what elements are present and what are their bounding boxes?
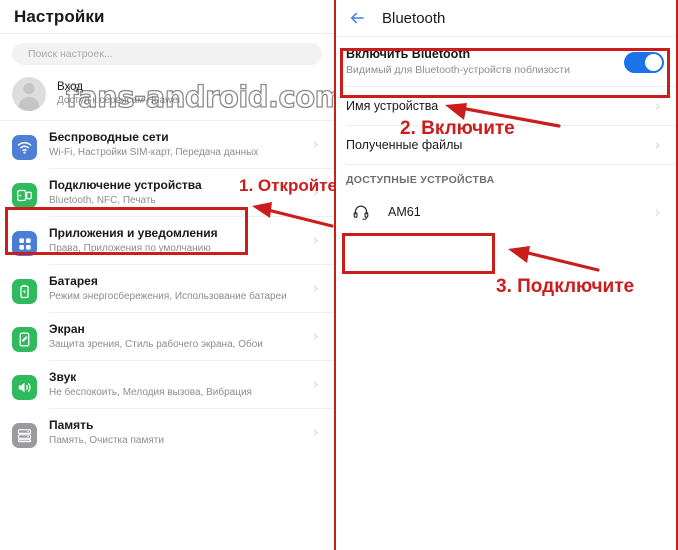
account-title: Вход [57, 81, 84, 93]
back-arrow-icon[interactable] [346, 7, 368, 29]
chevron-right-icon: › [655, 96, 661, 115]
setting-subtitle: Защита зрения, Стиль рабочего экрана, Об… [49, 339, 263, 350]
setting-title: Беспроводные сети [49, 130, 169, 144]
chevron-right-icon: › [313, 375, 319, 393]
setting-subtitle: Не беспокоить, Мелодия вызова, Вибрация [49, 387, 252, 398]
setting-subtitle: Права, Приложения по умолчанию [49, 243, 211, 254]
chevron-right-icon: › [313, 279, 319, 297]
annotation-label-step-3: 3. Подключите [496, 276, 635, 297]
chevron-right-icon: › [313, 327, 319, 345]
chevron-right-icon: › [313, 423, 319, 441]
setting-title: Звук [49, 370, 77, 384]
account-row[interactable]: Вход Доступ к сервисам Huawei [0, 71, 334, 121]
panel-divider [334, 0, 336, 550]
setting-text: Память Память, Очистка памяти [49, 417, 310, 448]
bluetooth-received-files-label: Полученные файлы [346, 138, 463, 152]
setting-subtitle: Bluetooth, NFC, Печать [49, 195, 156, 206]
sound-speaker-icon [12, 375, 37, 400]
annotation-arrow-3 [508, 246, 600, 272]
sidebar-item-battery[interactable]: Батарея Режим энергосбережения, Использо… [0, 265, 334, 312]
sidebar-item-storage[interactable]: Память Память, Очистка памяти › [0, 409, 334, 456]
headset-icon [350, 201, 372, 223]
bluetooth-enable-text: Включить Bluetooth Видимый для Bluetooth… [346, 46, 624, 77]
bluetooth-device-name-label: Имя устройства [346, 99, 439, 113]
setting-subtitle: Память, Очистка памяти [49, 435, 164, 446]
bluetooth-toggle-switch[interactable] [624, 52, 664, 73]
sidebar-item-display[interactable]: Экран Защита зрения, Стиль рабочего экра… [0, 313, 334, 360]
setting-subtitle: Режим энергосбережения, Использование ба… [49, 291, 287, 302]
settings-panel: Настройки Поиск настроек... Вход Доступ … [0, 0, 334, 550]
bluetooth-panel: Bluetooth Включить Bluetooth Видимый для… [334, 0, 678, 550]
setting-text: Батарея Режим энергосбережения, Использо… [49, 273, 310, 304]
chevron-right-icon: › [655, 202, 661, 221]
available-devices-header: ДОСТУПНЫЕ УСТРОЙСТВА [334, 165, 678, 193]
chevron-right-icon: › [313, 231, 319, 249]
setting-text: Экран Защита зрения, Стиль рабочего экра… [49, 321, 310, 352]
setting-text: Звук Не беспокоить, Мелодия вызова, Вибр… [49, 369, 310, 400]
search-container: Поиск настроек... [0, 34, 334, 71]
setting-title: Память [49, 418, 94, 432]
chevron-right-icon: › [655, 135, 661, 154]
screenshot-root: Настройки Поиск настроек... Вход Доступ … [0, 0, 678, 550]
bluetooth-page-title: Bluetooth [382, 9, 446, 27]
apps-grid-icon [12, 231, 37, 256]
highlight-box-device-am61 [342, 233, 495, 274]
account-text: Вход Доступ к сервисам Huawei [57, 80, 180, 108]
search-placeholder: Поиск настроек... [28, 48, 113, 60]
bluetooth-enable-subtitle: Видимый для Bluetooth-устройств поблизос… [346, 64, 570, 76]
sidebar-item-sound[interactable]: Звук Не беспокоить, Мелодия вызова, Вибр… [0, 361, 334, 408]
setting-title: Экран [49, 322, 85, 336]
setting-title: Приложения и уведомления [49, 226, 218, 240]
setting-text: Беспроводные сети Wi-Fi, Настройки SIM-к… [49, 129, 310, 160]
setting-text: Приложения и уведомления Права, Приложен… [49, 225, 310, 256]
avatar [12, 77, 46, 111]
page-title: Настройки [14, 6, 105, 26]
device-connection-icon [12, 183, 37, 208]
account-subtitle: Доступ к сервисам Huawei [57, 95, 181, 106]
settings-header: Настройки [0, 0, 334, 34]
bluetooth-device-name: AM61 [388, 205, 421, 219]
bluetooth-header: Bluetooth [334, 0, 678, 37]
sidebar-item-apps-notifications[interactable]: Приложения и уведомления Права, Приложен… [0, 217, 334, 264]
sidebar-item-wireless-networks[interactable]: Беспроводные сети Wi-Fi, Настройки SIM-к… [0, 121, 334, 168]
settings-list: Беспроводные сети Wi-Fi, Настройки SIM-к… [0, 121, 334, 456]
annotation-label-step-2: 2. Включите [400, 118, 515, 139]
toggle-knob [645, 54, 662, 71]
wifi-icon [12, 135, 37, 160]
annotation-label-step-1: 1. Откройте [239, 176, 334, 195]
chevron-right-icon: › [313, 135, 319, 153]
bluetooth-device-row-am61[interactable]: AM61 › [334, 193, 678, 231]
bluetooth-enable-row[interactable]: Включить Bluetooth Видимый для Bluetooth… [334, 37, 678, 86]
bluetooth-enable-title: Включить Bluetooth [346, 47, 471, 61]
storage-icon [12, 423, 37, 448]
setting-title: Батарея [49, 274, 98, 288]
setting-subtitle: Wi-Fi, Настройки SIM-карт, Передача данн… [49, 147, 259, 158]
search-input[interactable]: Поиск настроек... [12, 43, 322, 65]
battery-icon [12, 279, 37, 304]
display-icon [12, 327, 37, 352]
